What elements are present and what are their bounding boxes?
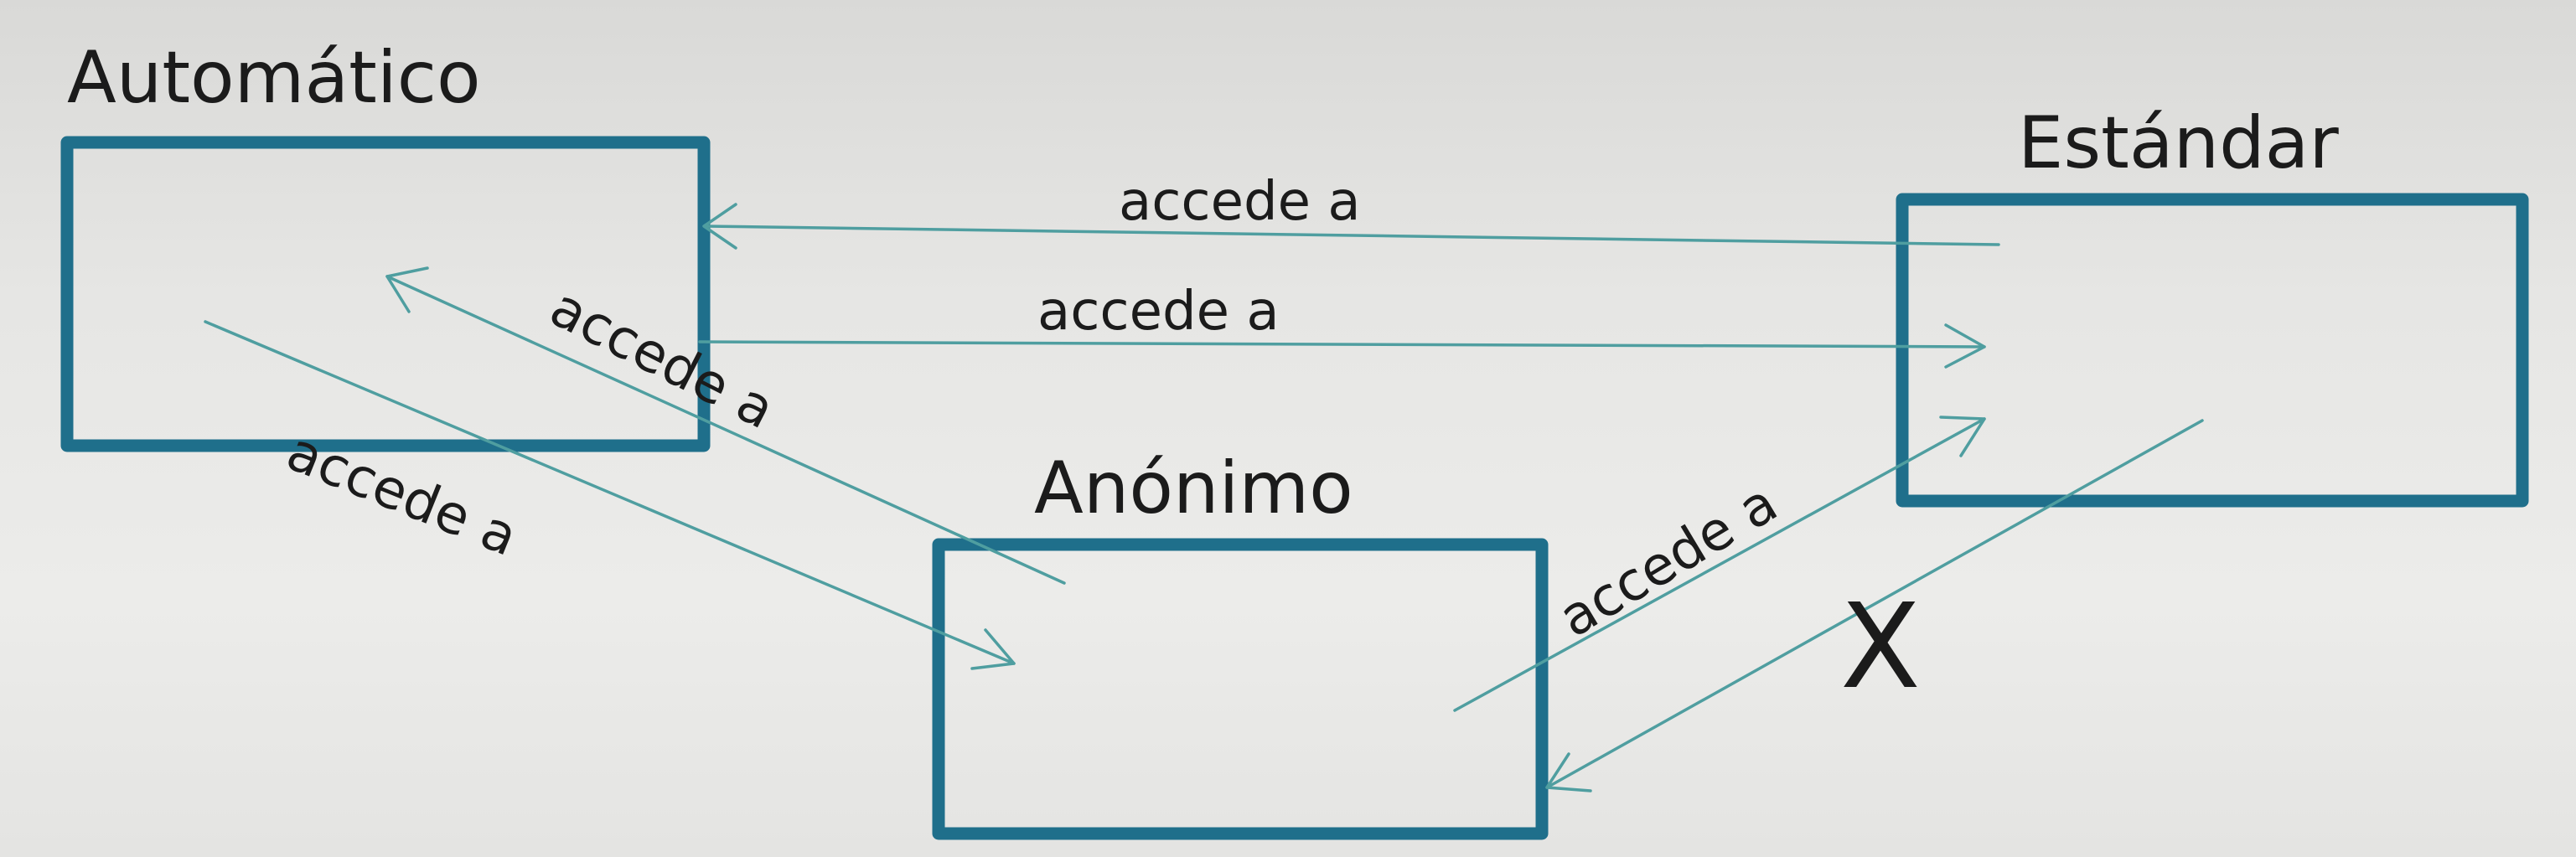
x-marker: X [1840,579,1921,715]
node-anonimo-box [932,538,1549,840]
node-automatico-label: Automático [67,36,481,120]
node-estandar-label: Estándar [2018,101,2339,185]
edge-label: accede a [541,276,784,441]
edge-automatico-to-estandar [698,323,1986,369]
role-diagram: Automático Estándar Anónimo accede a acc… [0,0,2576,857]
edge-label: accede a [1037,281,1280,343]
node-anonimo-label: Anónimo [1034,447,1353,530]
edge-label: accede a [1119,171,1361,233]
diagram-canvas: Automático Estándar Anónimo accede a acc… [60,36,2529,840]
node-automatico-box [60,136,711,452]
edge-label: accede a [1549,472,1787,650]
